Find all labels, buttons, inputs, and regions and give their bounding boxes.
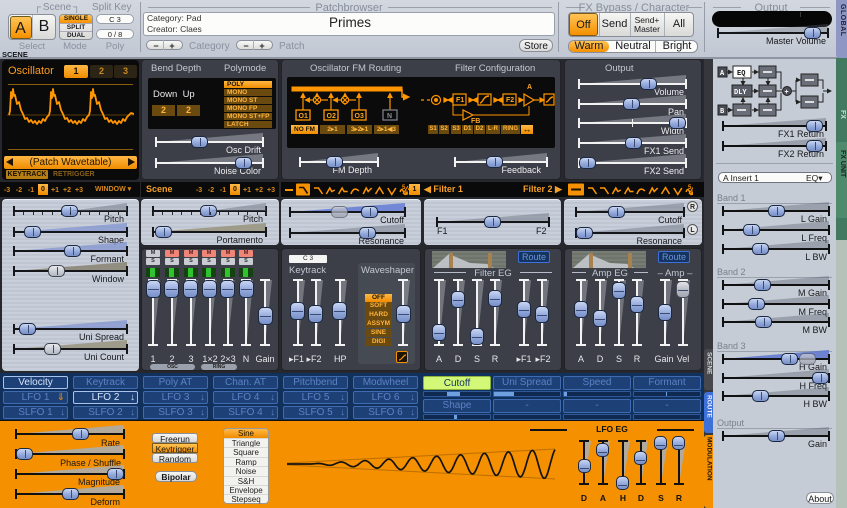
- svg-text:F2: F2: [506, 97, 514, 104]
- svg-text:F1: F1: [456, 97, 464, 104]
- svg-text:+: +: [785, 89, 789, 97]
- svg-text:EQ: EQ: [737, 70, 745, 78]
- svg-text:DLY: DLY: [734, 89, 747, 97]
- svg-text:N: N: [387, 113, 392, 120]
- svg-text:FB: FB: [471, 118, 480, 125]
- svg-text:O3: O3: [355, 113, 364, 120]
- svg-text:6: 6: [691, 191, 693, 196]
- svg-text:A: A: [527, 84, 532, 91]
- svg-text:O1: O1: [299, 113, 308, 120]
- svg-text:O2: O2: [327, 113, 336, 120]
